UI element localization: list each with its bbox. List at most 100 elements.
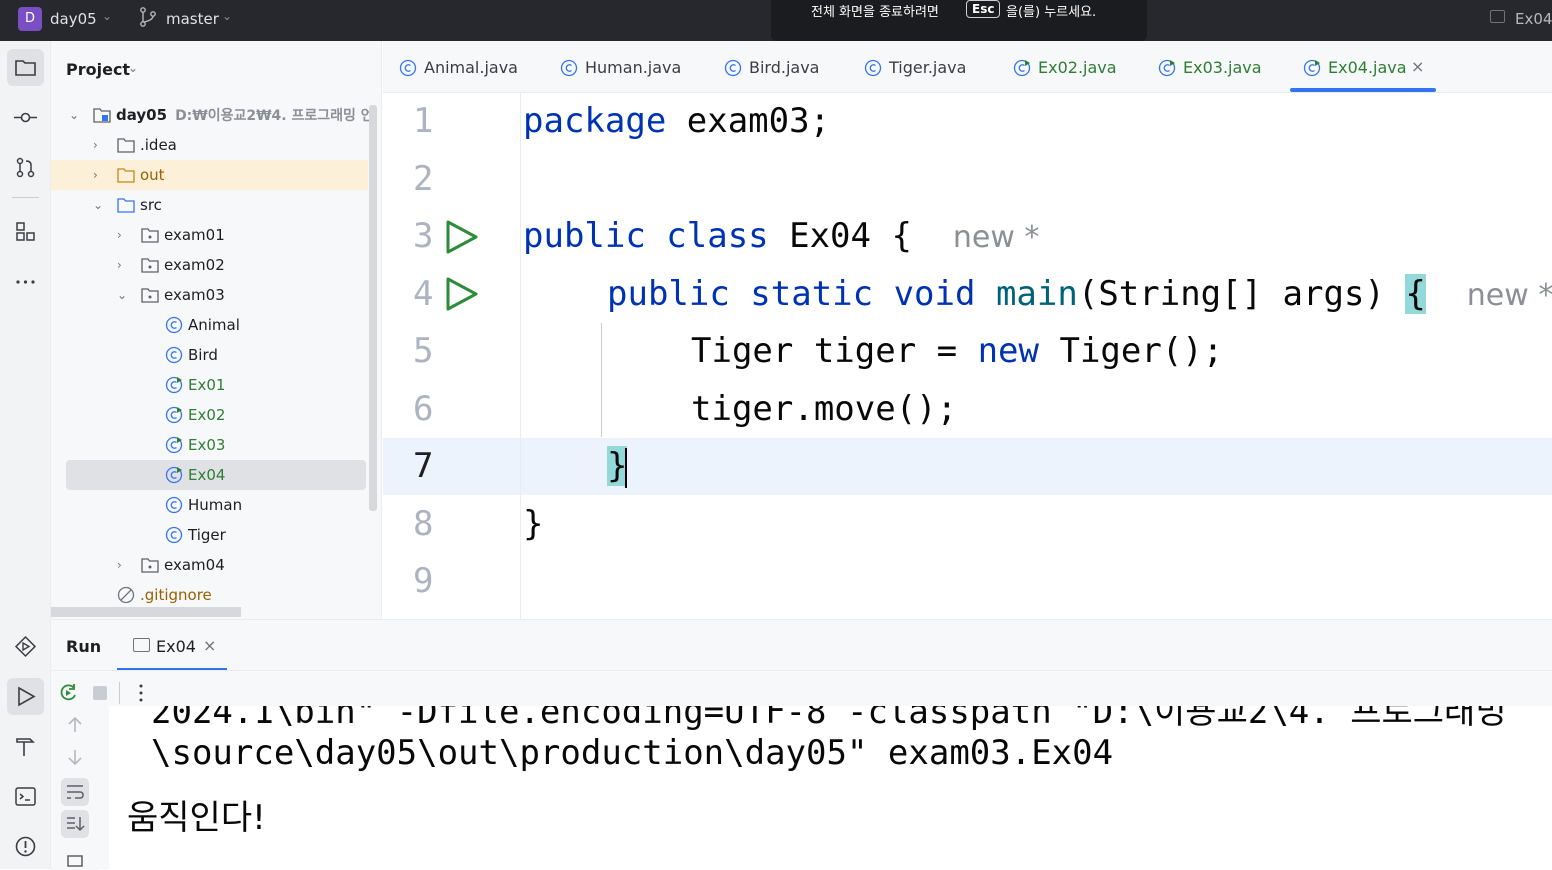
tree-label-idea: .idea [140,136,177,154]
chevron-right-icon[interactable]: › [117,550,131,580]
print-icon[interactable] [64,848,86,870]
git-branch-icon[interactable] [138,6,158,28]
matched-brace: } [607,446,628,486]
tree-item-ex01[interactable]: Ex01 [51,370,368,400]
tree-label-out: out [140,166,165,184]
tree-item-src[interactable]: ⌄ src [51,190,368,220]
chevron-right-icon[interactable]: › [93,160,107,190]
soft-wrap-button[interactable] [61,778,89,806]
package-icon [141,288,159,303]
tree-item-tiger[interactable]: Tiger [51,520,368,550]
tree-item-animal[interactable]: Animal [51,310,368,340]
scroll-to-end-button[interactable] [61,810,89,838]
code-text: Tiger tiger = [691,331,978,371]
class-icon [399,59,417,77]
project-panel-title[interactable]: Project [66,60,130,79]
chevron-down-icon[interactable]: ⌄ [69,100,83,130]
tree-item-out[interactable]: › out [51,160,368,190]
tree-label-ex04: Ex04 [188,466,226,484]
text-caret [625,447,628,488]
project-badge[interactable]: D [18,7,42,31]
tree-label-ex03: Ex03 [188,436,226,454]
tree-item-exam02[interactable]: › exam02 [51,250,368,280]
run-main-gutter-icon[interactable] [445,277,479,311]
source-folder-icon [117,198,135,213]
rerun-icon[interactable] [57,682,79,704]
runnable-class-icon [1158,59,1176,77]
indent-guide [601,323,602,437]
services-tool-button[interactable] [7,628,44,665]
problems-tool-button[interactable] [7,828,44,865]
hammer-icon [16,738,35,756]
tree-item-ex03[interactable]: Ex03 [51,430,368,460]
tab-label: Ex04.java [1328,58,1407,77]
pull-requests-tool-button[interactable] [7,149,44,186]
code-editor[interactable]: 1 2 3 4 5 6 7 8 9 package exam03; public… [383,93,1552,619]
project-name[interactable]: day05 [50,10,97,28]
tree-item-gitignore[interactable]: .gitignore [51,580,368,610]
chevron-down-icon[interactable]: ⌄ [93,190,107,220]
commit-tool-button[interactable] [7,99,44,136]
scroll-to-end-icon [67,817,85,832]
tab-label: Tiger.java [889,58,967,77]
chevron-down-icon[interactable]: ⌄ [102,9,112,23]
tree-item-bird[interactable]: Bird [51,340,368,370]
gutter-separator [520,93,521,619]
arrow-up-icon[interactable] [64,714,86,736]
terminal-tool-button[interactable] [7,778,44,815]
tree-root-day05[interactable]: ⌄ day05 D:₩이용교2₩4. 프로그래밍 언 [51,100,374,130]
active-tab-underline [1290,88,1436,92]
matched-brace: { [1405,274,1426,314]
folder-icon [117,138,135,153]
console-output[interactable]: 2024.1\bin" -Dfile.encoding=UTF-8 -class… [109,706,1552,870]
code-vision-hint[interactable]: new * [1467,278,1552,313]
runnable-class-icon [165,466,183,484]
tree-item-human[interactable]: Human [51,490,368,520]
run-config-name[interactable]: Ex04 [1515,10,1552,28]
more-tools-button[interactable] [7,263,44,300]
chevron-right-icon[interactable]: › [117,250,131,280]
code-line-7: } [607,446,628,488]
run-panel-title: Run [66,637,102,656]
code-line-1: package exam03; [523,101,830,141]
chevron-right-icon[interactable]: › [93,130,107,160]
project-scrollbar-vertical[interactable] [369,105,377,511]
tree-item-ex02[interactable]: Ex02 [51,400,368,430]
run-class-gutter-icon[interactable] [445,220,479,254]
fullscreen-notice-text: 전체 화면을 종료하려면 [811,5,939,20]
module-folder-icon [93,108,111,123]
class-icon [864,59,882,77]
tab-label: Ex02.java [1038,58,1117,77]
tree-item-idea[interactable]: › .idea [51,130,368,160]
build-tool-button[interactable] [7,728,44,765]
tree-label-tiger: Tiger [188,526,226,544]
tree-item-exam01[interactable]: › exam01 [51,220,368,250]
run-tool-button[interactable] [7,678,44,715]
stop-icon[interactable] [89,682,111,704]
chevron-down-icon[interactable]: ⌄ [117,280,131,310]
title-bar: D day05 ⌄ master ⌄ 전체 화면을 종료하려면 Esc 을(를)… [0,0,1552,41]
close-icon[interactable]: × [1411,40,1424,94]
tree-item-exam03[interactable]: ⌄ exam03 [51,280,368,310]
chevron-right-icon[interactable]: › [117,220,131,250]
chevron-down-icon[interactable]: ⌄ [222,9,232,23]
code-text: Tiger(); [1039,331,1224,371]
line-number: 3 [413,216,434,256]
project-scrollbar-horizontal[interactable] [51,607,241,617]
tree-item-exam04[interactable]: › exam04 [51,550,368,580]
project-tool-button[interactable] [7,49,44,86]
chevron-down-icon[interactable]: ⌄ [128,61,138,75]
code-vision-hint[interactable]: new * [953,220,1040,255]
runnable-class-icon [165,406,183,424]
project-panel: Project ⌄ ⌄ day05 D:₩이용교2₩4. 프로그래밍 언 › .i… [51,41,382,619]
tree-item-ex04[interactable]: Ex04 [66,460,366,490]
run-tab-label[interactable]: Ex04 [156,637,196,656]
class-icon [560,59,578,77]
more-vertical-icon[interactable] [130,682,152,704]
tree-root-path: D:₩이용교2₩4. 프로그래밍 언 [175,108,374,124]
run-config-icon[interactable] [1490,10,1505,23]
branch-name[interactable]: master [166,10,219,28]
close-icon[interactable]: × [203,636,216,655]
structure-tool-button[interactable] [7,213,44,250]
arrow-down-icon[interactable] [64,746,86,768]
